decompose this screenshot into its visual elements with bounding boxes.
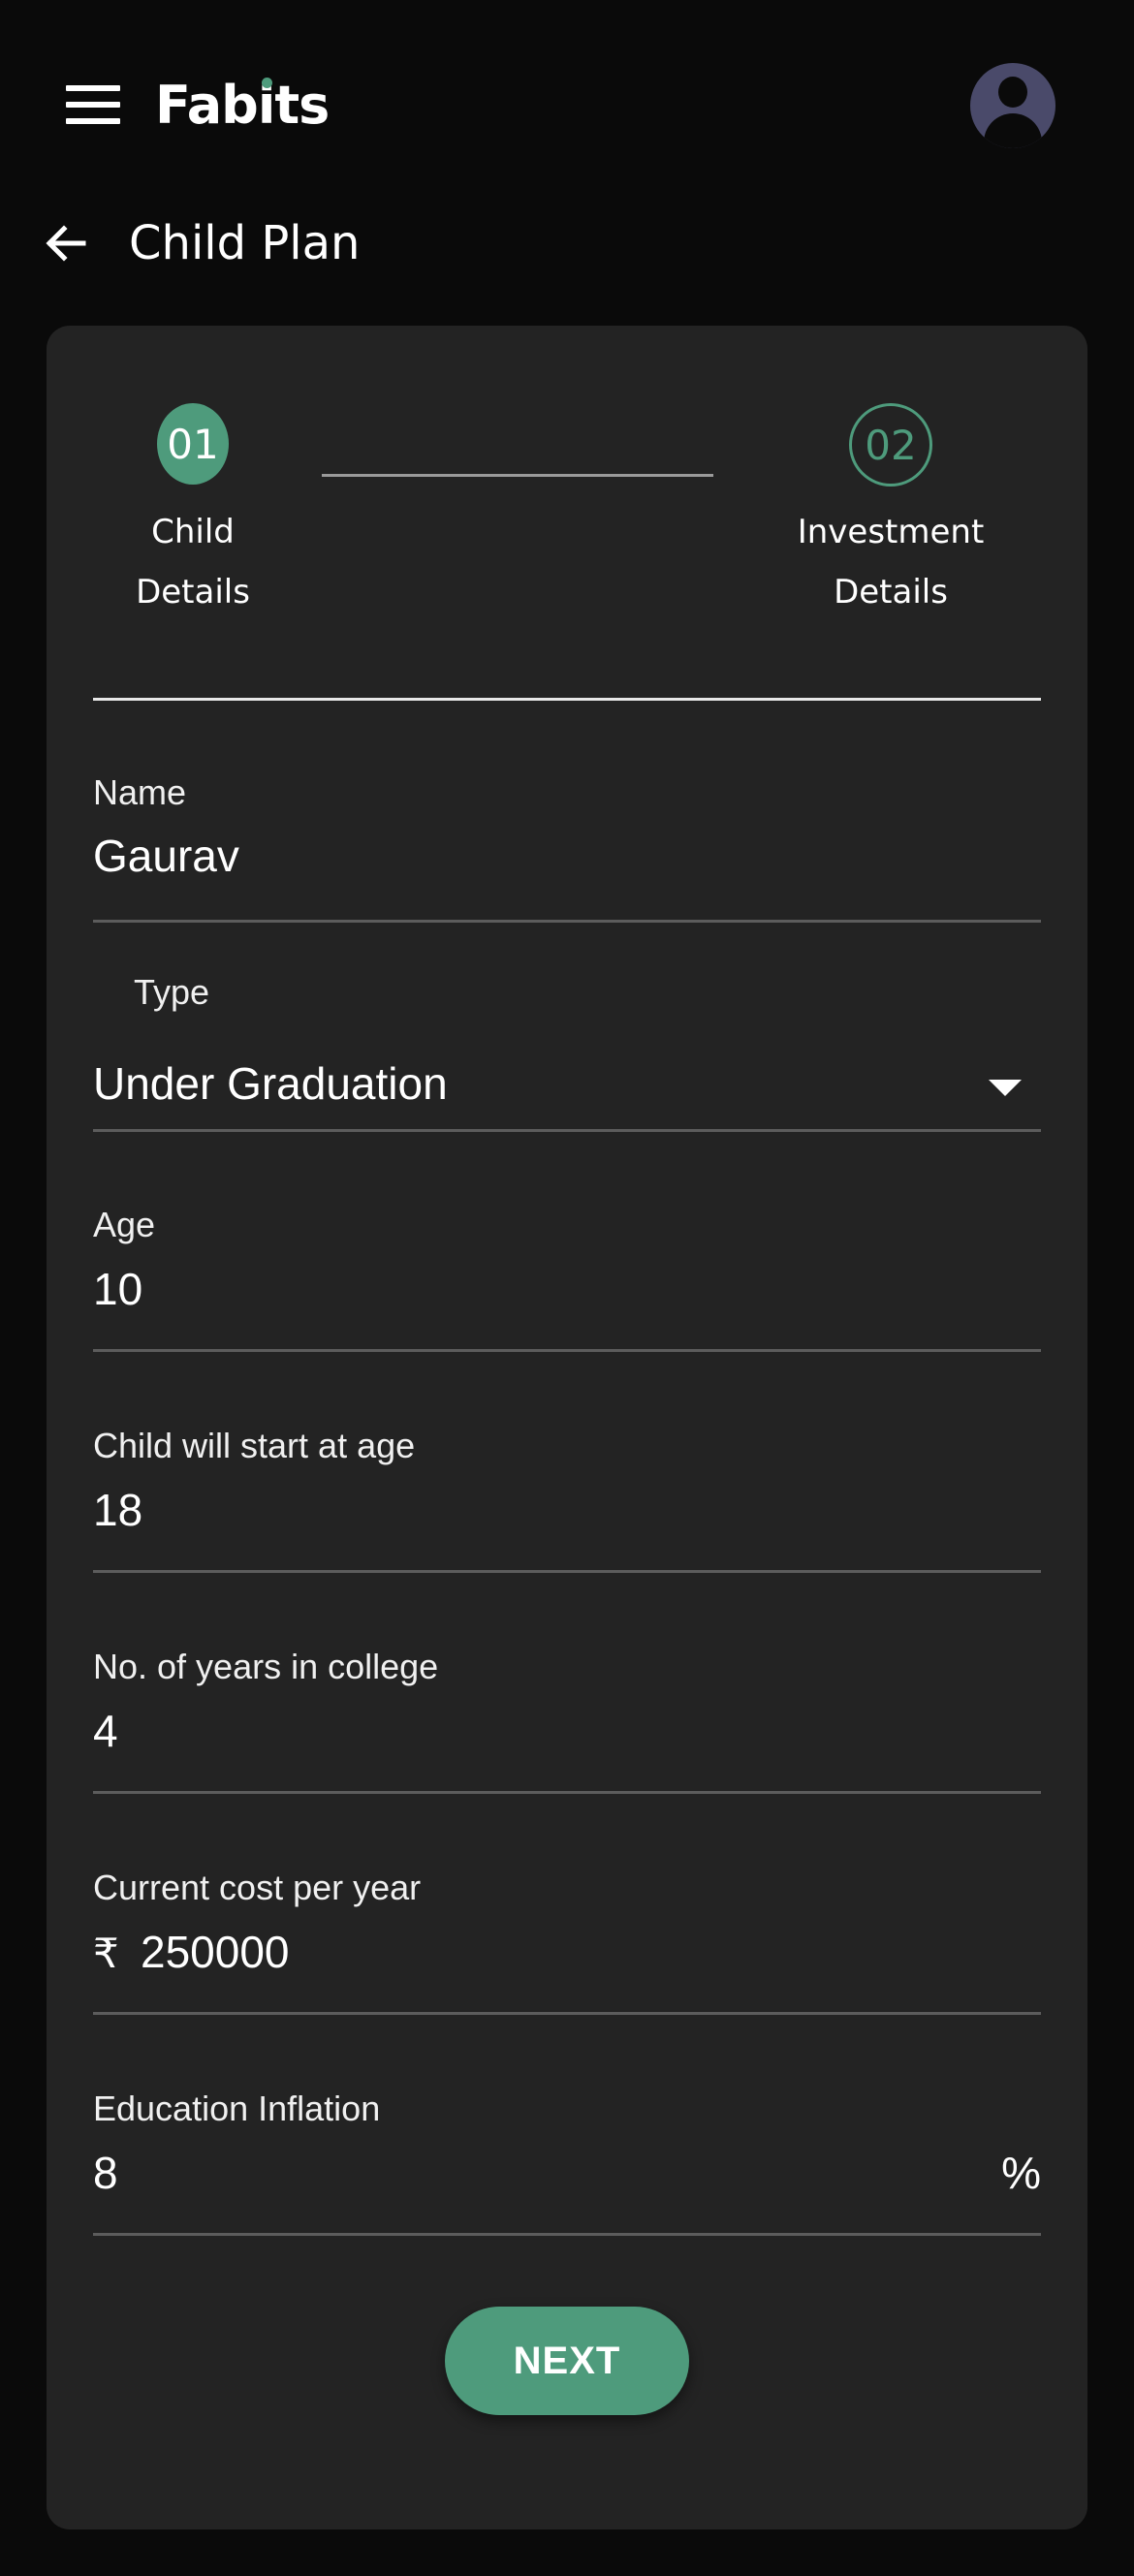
current-cost-field-label: Current cost per year: [93, 1868, 422, 1907]
arrow-left-icon[interactable]: [43, 221, 87, 266]
start-age-field[interactable]: Child will start at age 18: [93, 1425, 1041, 1570]
years-in-college-field-label: No. of years in college: [93, 1647, 439, 1686]
start-age-field-label: Child will start at age: [93, 1426, 416, 1465]
current-cost-input[interactable]: 250000: [141, 1925, 290, 1979]
years-in-college-field[interactable]: No. of years in college 4: [93, 1646, 1041, 1791]
step-1-label-line1: Child: [151, 513, 235, 551]
next-button[interactable]: NEXT: [445, 2307, 689, 2415]
user-avatar-icon[interactable]: [970, 63, 1055, 148]
hamburger-menu-icon[interactable]: [66, 85, 120, 124]
start-age-field-underline: [93, 1570, 1041, 1573]
education-inflation-field-underline: [93, 2233, 1041, 2236]
step-1-label[interactable]: Child Details: [93, 502, 293, 622]
step-2-label-line2: Details: [834, 573, 948, 612]
step-2-label[interactable]: Investment Details: [772, 502, 1010, 622]
name-field-label: Name: [93, 772, 187, 812]
age-field-underline: [93, 1349, 1041, 1352]
step-1-label-line2: Details: [136, 573, 250, 612]
app-logo[interactable]: Fabits: [155, 72, 330, 140]
logo-dot: [262, 78, 272, 88]
age-field-label: Age: [93, 1205, 156, 1244]
current-cost-field[interactable]: Current cost per year ₹ 250000: [93, 1867, 1041, 2012]
page-title: Child Plan: [129, 216, 361, 270]
type-select-value[interactable]: Under Graduation: [93, 1056, 448, 1111]
name-field[interactable]: Name Gaurav: [93, 771, 1041, 917]
start-age-input[interactable]: 18: [93, 1483, 142, 1537]
type-select[interactable]: Type Under Graduation: [93, 971, 1041, 1136]
app-header: Fabits: [0, 0, 1134, 209]
caret-down-icon[interactable]: [989, 1080, 1022, 1096]
education-inflation-input[interactable]: 8: [93, 2146, 118, 2200]
step-2-badge[interactable]: 02: [849, 403, 932, 487]
type-select-underline: [93, 1129, 1041, 1132]
step-2-label-line1: Investment: [797, 513, 985, 551]
name-field-underline: [93, 920, 1041, 923]
percent-suffix: %: [1001, 2148, 1041, 2198]
type-select-label: Type: [134, 972, 210, 1012]
form-card: 01 Child Details 02 Investment Details N…: [47, 326, 1087, 2529]
step-connector: [322, 474, 713, 477]
current-cost-field-underline: [93, 2012, 1041, 2015]
education-inflation-field-label: Education Inflation: [93, 2089, 381, 2128]
age-field[interactable]: Age 10: [93, 1204, 1041, 1349]
years-in-college-input[interactable]: 4: [93, 1704, 118, 1758]
stepper: 01 Child Details 02 Investment Details: [93, 388, 1041, 612]
step-1-badge[interactable]: 01: [157, 403, 229, 485]
years-in-college-field-underline: [93, 1791, 1041, 1794]
name-input[interactable]: Gaurav: [93, 829, 239, 883]
age-input[interactable]: 10: [93, 1262, 142, 1316]
rupee-prefix: ₹: [93, 1931, 119, 1976]
logo-text: Fabits: [155, 75, 330, 136]
education-inflation-field[interactable]: Education Inflation 8 %: [93, 2088, 1041, 2233]
stepper-divider: [93, 698, 1041, 701]
